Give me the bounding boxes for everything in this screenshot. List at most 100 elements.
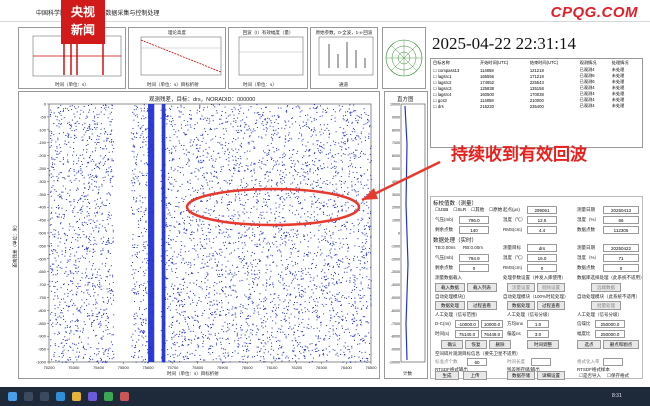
checkbox-slr[interactable]: ☐SLR [453, 207, 466, 213]
data-point [56, 179, 58, 181]
data-point [83, 302, 85, 304]
data-point [271, 300, 273, 302]
data-point [348, 176, 350, 178]
data-point [260, 108, 262, 110]
data-point [308, 126, 310, 128]
data-point [213, 238, 215, 240]
data-point [257, 263, 259, 265]
checkbox-raw[interactable]: ☐原始 [489, 207, 502, 213]
data-point [133, 173, 135, 175]
humidity-field[interactable]: 66 [603, 216, 639, 224]
data-point [335, 188, 337, 190]
remaining-field[interactable]: 140 [459, 226, 489, 234]
data-point [326, 180, 328, 182]
data-point [108, 106, 110, 108]
data-point [95, 307, 97, 309]
data-point [345, 143, 347, 145]
data-point [356, 287, 358, 289]
data-point [237, 125, 239, 127]
data-point [240, 120, 242, 122]
data-point [103, 236, 105, 238]
data-point [225, 339, 227, 341]
data-point [338, 142, 340, 144]
data-point [223, 355, 225, 357]
table-row[interactable]: ☐ drs 215220 235400 已观测4 未处理 [431, 103, 642, 109]
data-point [304, 288, 306, 290]
data-point [275, 119, 277, 121]
data-point [258, 269, 260, 271]
pressure2-field[interactable]: 794.9 [459, 254, 489, 262]
data-point [334, 191, 336, 193]
temperature2-field[interactable]: 16.0 [527, 254, 557, 262]
data-point [315, 335, 317, 337]
data-point [102, 250, 104, 252]
data-point [107, 137, 109, 139]
data-point [219, 276, 221, 278]
data-point [296, 308, 298, 310]
data-point [264, 187, 266, 189]
data-point [228, 312, 230, 314]
data-point [79, 154, 81, 156]
data-point [105, 361, 107, 363]
data-point [187, 121, 189, 123]
data-point [213, 170, 215, 172]
data-point [300, 346, 302, 348]
data-point [183, 330, 185, 332]
start-field[interactable]: 299061 [527, 206, 557, 214]
data-point [131, 289, 133, 291]
data-point [240, 143, 242, 145]
data-point [359, 152, 361, 154]
target-field[interactable]: drs [527, 244, 557, 252]
data-point [247, 198, 249, 200]
data-point [369, 161, 371, 163]
data-point [132, 111, 134, 113]
data-point [197, 138, 199, 140]
data-point [104, 309, 106, 311]
data-point [280, 170, 282, 172]
data-point [282, 172, 284, 174]
checkbox-usb[interactable]: ☐USB [435, 207, 448, 213]
count-field[interactable]: 112305 [603, 226, 639, 234]
data-point [246, 329, 248, 331]
data-point [178, 230, 180, 232]
temperature-field[interactable]: 12.5 [527, 216, 557, 224]
data-point [262, 322, 264, 324]
data-point [54, 308, 56, 310]
checkbox-other[interactable]: ☐其他 [471, 207, 484, 213]
data-point [270, 156, 272, 158]
data-point [344, 317, 346, 319]
data-point [236, 151, 238, 153]
data-point [172, 321, 174, 323]
data-point [268, 179, 270, 181]
data-point [225, 142, 227, 144]
data-point [79, 257, 81, 259]
data-point [289, 234, 291, 236]
data-point [243, 226, 245, 228]
pressure-field[interactable]: 796.0 [459, 216, 489, 224]
data-point [102, 164, 104, 166]
data-point [239, 155, 241, 157]
data-point [295, 360, 297, 362]
date2-field[interactable]: 20250422 [603, 244, 639, 252]
data-point [359, 138, 361, 140]
data-point [248, 304, 250, 306]
data-point [110, 111, 112, 113]
data-point [233, 114, 235, 116]
remaining2-field[interactable]: 0 [459, 264, 489, 272]
data-point [134, 168, 136, 170]
data-point [55, 323, 57, 325]
data-point [189, 290, 191, 292]
data-point [361, 150, 363, 152]
data-point [336, 264, 338, 266]
data-point [284, 135, 286, 137]
measure-date-field[interactable]: 20250413 [603, 206, 639, 214]
y-tick-label: -900 [38, 334, 47, 339]
humidity2-field[interactable]: 71 [603, 254, 639, 262]
data-point [308, 267, 310, 269]
data-point [185, 261, 187, 263]
data-point [107, 299, 109, 301]
data-point [305, 172, 307, 174]
data-point [290, 251, 292, 253]
data-point [186, 286, 188, 288]
rms-field[interactable]: 4.4 [527, 226, 557, 234]
